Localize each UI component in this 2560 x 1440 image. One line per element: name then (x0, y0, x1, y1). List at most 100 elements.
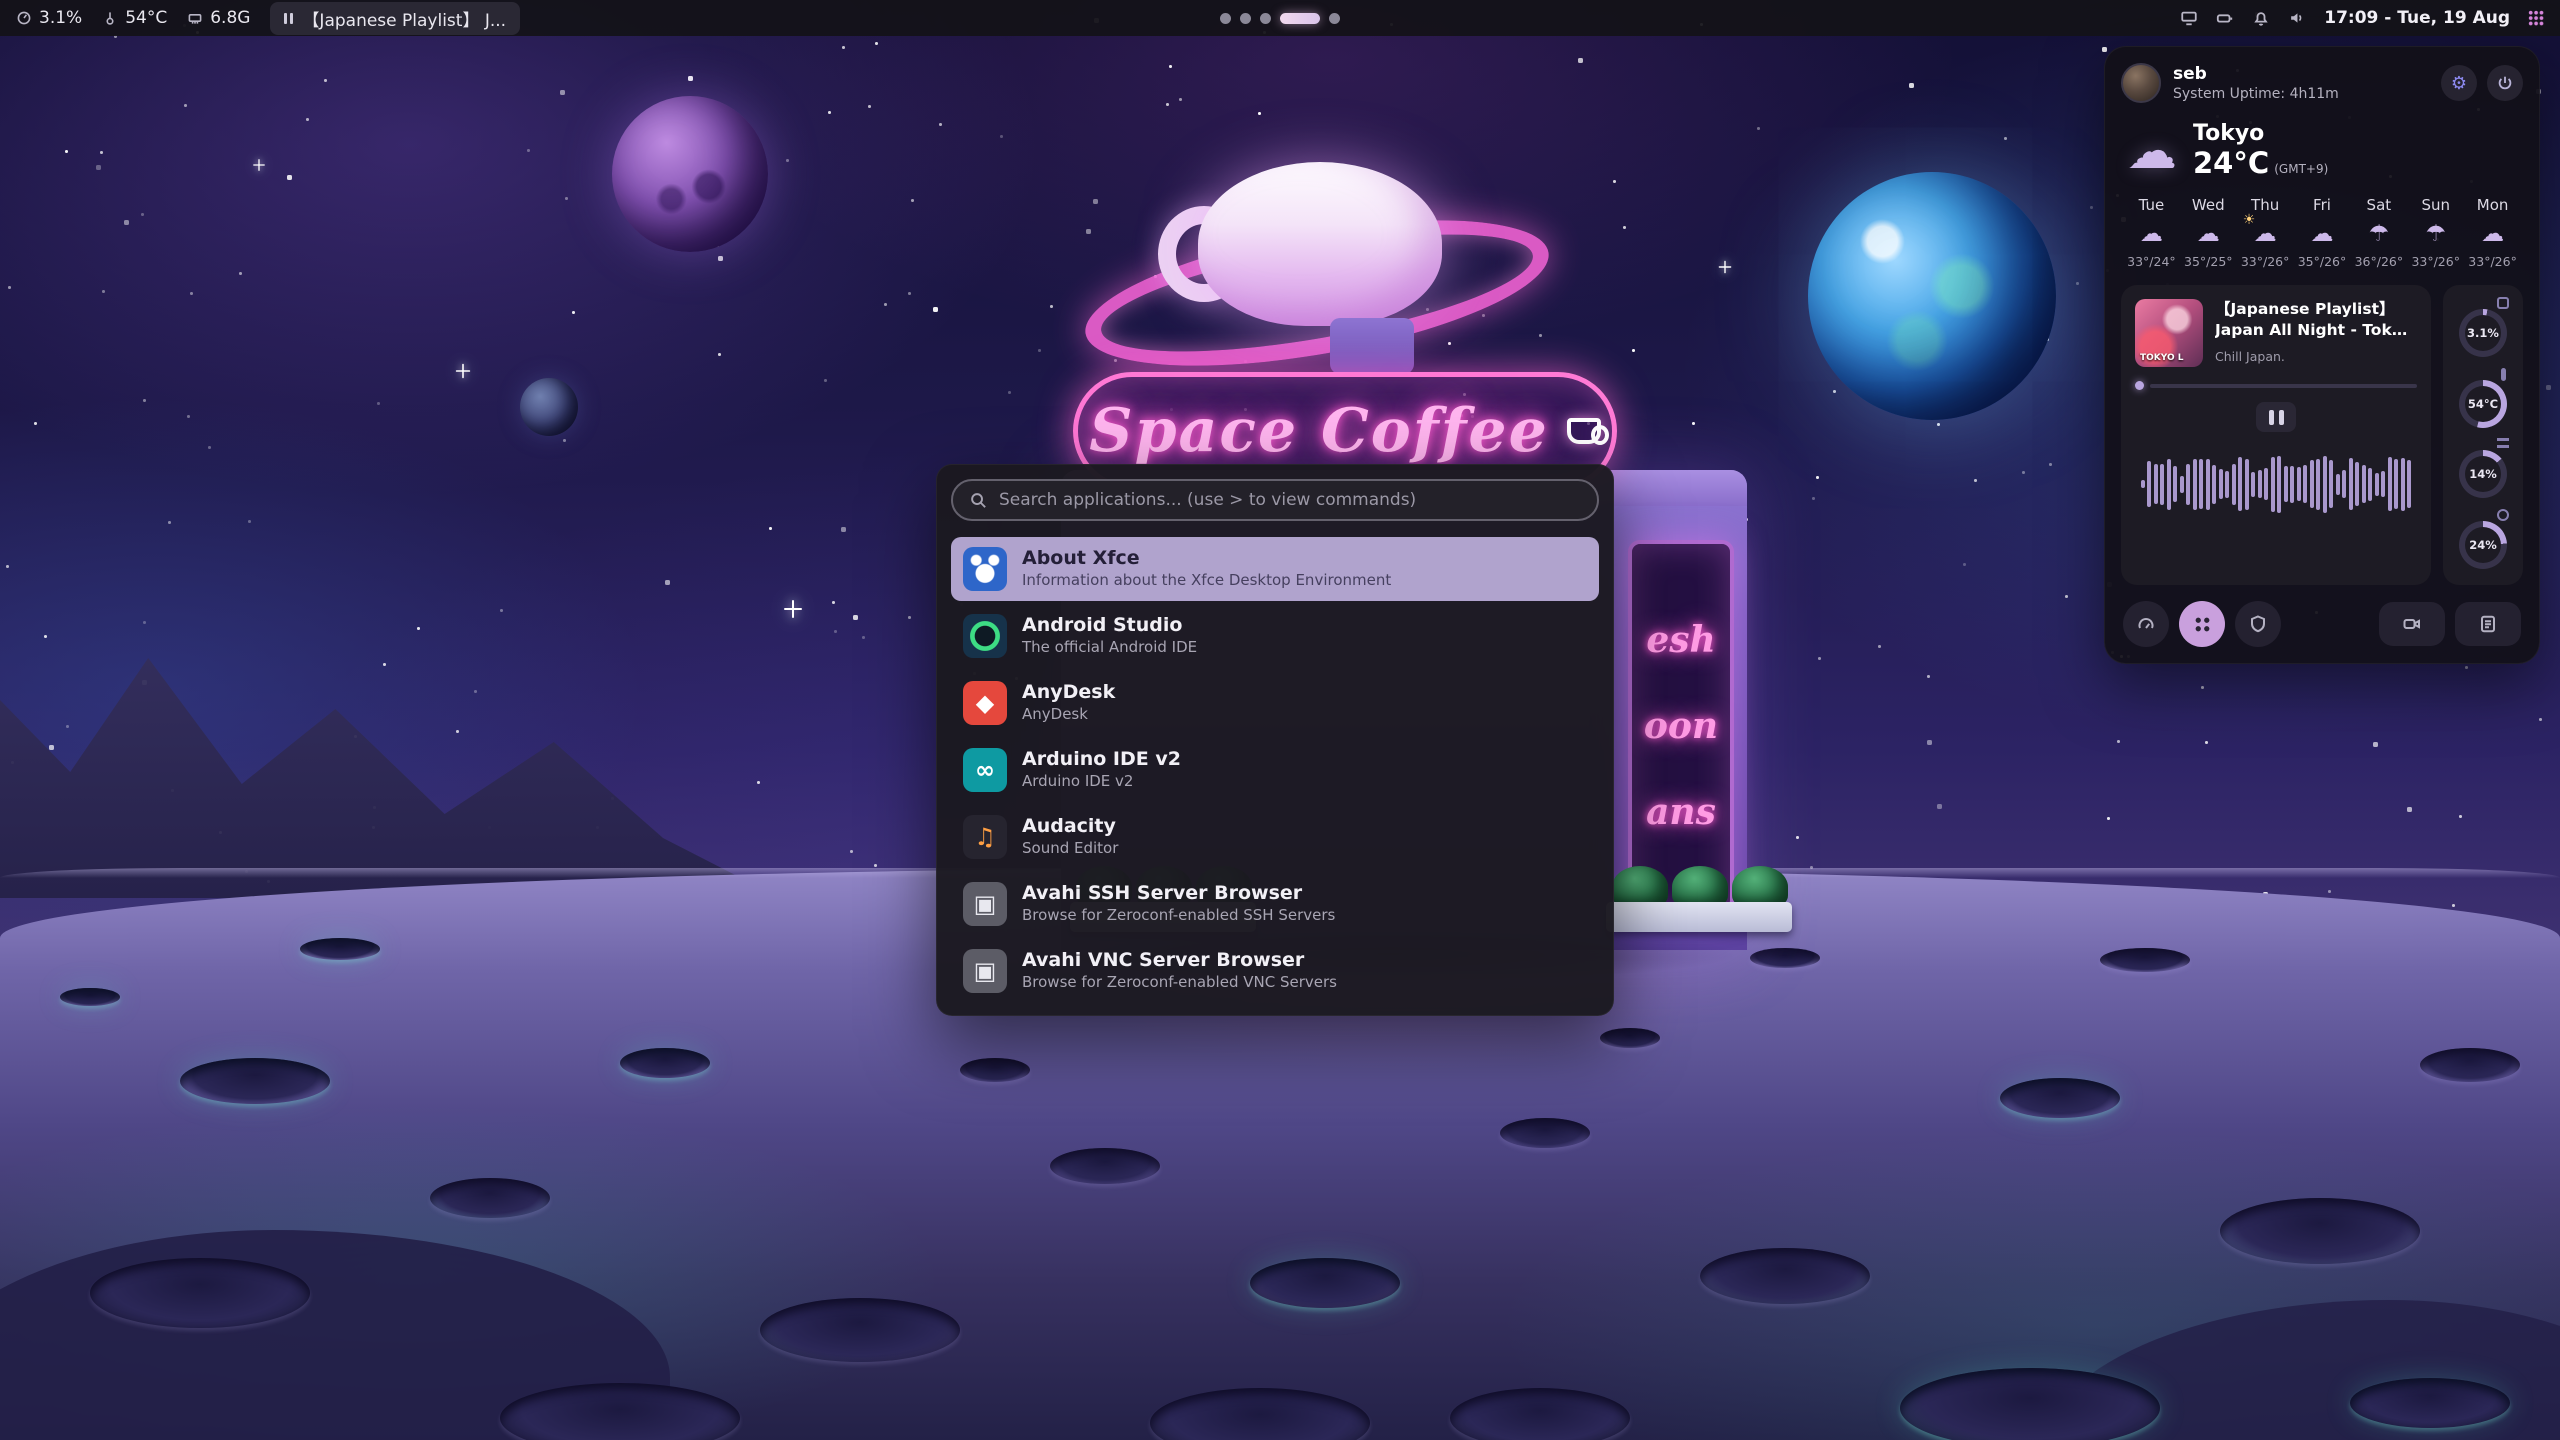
performance-button[interactable] (2123, 601, 2169, 647)
forecast-day: Sat ☂ 36°/26° (2350, 196, 2407, 269)
clock[interactable]: 17:09 - Tue, 19 Aug (2324, 8, 2510, 28)
crater (2350, 1378, 2510, 1428)
battery-icon[interactable] (2216, 9, 2234, 27)
crater (620, 1048, 710, 1078)
app-description: Browse for Zeroconf-enabled SSH Servers (1022, 906, 1335, 926)
app-title: Arduino IDE v2 (1022, 748, 1181, 772)
pause-button[interactable] (2256, 402, 2296, 432)
app-list-item[interactable]: ◆ AnyDesk AnyDesk (951, 671, 1599, 735)
weather-icon: ☁ (2180, 216, 2237, 252)
workspace-dot[interactable] (1240, 13, 1251, 24)
user-card: seb System Uptime: 4h11m ⚙ (2121, 63, 2523, 103)
workspace-dot[interactable] (1260, 13, 1271, 24)
app-list-item[interactable]: ▣ Avahi SSH Server Browser Browse for Ze… (951, 872, 1599, 936)
coffee-cup (1198, 162, 1442, 326)
progress-thumb[interactable] (2135, 381, 2144, 390)
app-title: Android Studio (1022, 614, 1197, 638)
crater (180, 1058, 330, 1104)
app-icon: ◆ (963, 681, 1007, 725)
crater (2220, 1198, 2420, 1264)
power-button[interactable] (2487, 65, 2523, 101)
gauge-icon (2497, 297, 2509, 309)
album-art-text: TOKYO L (2140, 353, 2183, 363)
workspace-dot[interactable] (1280, 13, 1320, 24)
forecast-day-label: Sun (2407, 196, 2464, 214)
settings-button[interactable]: ⚙ (2441, 65, 2477, 101)
avatar[interactable] (2121, 63, 2161, 103)
track-title: 【Japanese Playlist】 Japan All Night - To… (2215, 299, 2417, 341)
weather-icon: ☁ (2294, 216, 2351, 252)
workspace-dot[interactable] (1329, 13, 1340, 24)
gauge-ring: 54°C (2459, 380, 2507, 428)
forecast-row: Tue ☁ 33°/24° Wed ☁ 35°/25° Thu ☀☁ 33°/2… (2121, 196, 2523, 269)
neon-sign-title: Space Coffee (1089, 396, 1549, 466)
progress-bar[interactable] (2135, 381, 2417, 390)
weather-icon: ☂ (2407, 216, 2464, 252)
gear-icon: ⚙ (2451, 73, 2467, 94)
app-list-item[interactable]: ∞ Arduino IDE v2 Arduino IDE v2 (951, 738, 1599, 802)
weather-icon: ☂ (2350, 216, 2407, 252)
app-list-item[interactable]: About Xfce Information about the Xfce De… (951, 537, 1599, 601)
crater (1050, 1148, 1160, 1184)
forecast-temps: 33°/24° (2123, 254, 2180, 269)
temperature-widget[interactable]: 54°C (102, 8, 167, 28)
control-panel: seb System Uptime: 4h11m ⚙ ☁ Tokyo 24°C … (2104, 46, 2540, 664)
crater (430, 1178, 550, 1218)
volume-icon[interactable] (2288, 9, 2306, 27)
forecast-temps: 36°/26° (2350, 254, 2407, 269)
gauge-ring: 3.1% (2459, 309, 2507, 357)
window-neon-text: ans (1646, 791, 1716, 833)
app-description: Arduino IDE v2 (1022, 772, 1181, 792)
screen-record-button[interactable] (2379, 602, 2445, 646)
earth-planet (1808, 172, 2056, 420)
apps-button[interactable] (2179, 601, 2225, 647)
forecast-temps: 33°/26° (2464, 254, 2521, 269)
forecast-day: Fri ☁ 35°/26° (2294, 196, 2351, 269)
shield-button[interactable] (2235, 601, 2281, 647)
search-input[interactable] (999, 490, 1581, 510)
workspace-dot[interactable] (1220, 13, 1231, 24)
app-list-item[interactable]: Android Studio The official Android IDE (951, 604, 1599, 668)
forecast-day-label: Mon (2464, 196, 2521, 214)
crater (2100, 948, 2190, 972)
temperature-value: 54°C (125, 8, 167, 28)
app-description: AnyDesk (1022, 705, 1115, 725)
app-icon: ▣ (963, 882, 1007, 926)
app-description: Browse for Zeroconf-enabled VNC Servers (1022, 973, 1337, 993)
cpu-usage-widget[interactable]: 3.1% (16, 8, 82, 28)
crater (1500, 1118, 1590, 1148)
device-link-icon[interactable] (2180, 9, 2198, 27)
album-art[interactable]: TOKYO L (2135, 299, 2203, 367)
crater (1750, 948, 1820, 968)
music-player-card: TOKYO L 【Japanese Playlist】 Japan All Ni… (2121, 285, 2431, 585)
gauge-ring: 14% (2459, 450, 2507, 498)
crater (60, 988, 120, 1006)
app-grid-icon[interactable] (2528, 10, 2544, 26)
app-description: Sound Editor (1022, 839, 1118, 859)
forecast-temps: 33°/26° (2407, 254, 2464, 269)
notifications-bell-icon[interactable] (2252, 9, 2270, 27)
app-icon: ▣ (963, 949, 1007, 993)
video-camera-icon (2402, 614, 2422, 634)
app-list-item[interactable]: ▣ Avahi VNC Server Browser Browse for Ze… (951, 939, 1599, 1003)
now-playing-text: 【Japanese Playlist】 J... (302, 6, 506, 31)
weather-temp: 24°C (2193, 146, 2269, 180)
crater (2000, 1078, 2120, 1118)
system-gauge: 3.1% (2451, 297, 2515, 361)
cpu-icon (16, 10, 32, 26)
memory-widget[interactable]: 6.8G (187, 8, 250, 28)
weather-city: Tokyo (2193, 121, 2328, 146)
search-bar[interactable] (951, 479, 1599, 521)
crater (1700, 1248, 1870, 1304)
notes-button[interactable] (2455, 602, 2521, 646)
crater (1150, 1388, 1370, 1440)
forecast-day-label: Tue (2123, 196, 2180, 214)
app-list-item[interactable]: ♫ Audacity Sound Editor (951, 805, 1599, 869)
weather-timezone: (GMT+9) (2274, 162, 2328, 176)
star-sparkle (462, 364, 464, 378)
crater (1600, 1028, 1660, 1048)
ram-icon (187, 10, 203, 26)
now-playing-widget[interactable]: 【Japanese Playlist】 J... (270, 2, 520, 35)
speedometer-icon (2136, 614, 2156, 634)
note-icon (2478, 614, 2498, 634)
